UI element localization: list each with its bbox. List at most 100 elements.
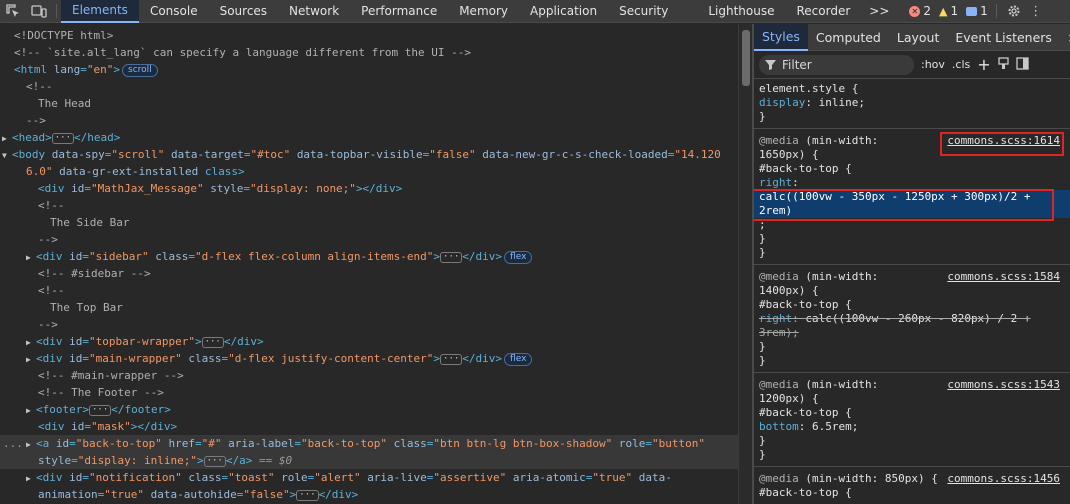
- dom-token-tag: <html: [14, 63, 54, 76]
- dom-token-attr: style: [210, 182, 244, 195]
- tab-lighthouse[interactable]: Lighthouse: [697, 0, 785, 23]
- class-toggle[interactable]: .cls: [952, 58, 970, 71]
- css-rule-line: #back-to-top {: [754, 162, 1070, 176]
- layout-badge-flex[interactable]: flex: [504, 251, 533, 264]
- layout-badge-flex[interactable]: flex: [504, 353, 533, 366]
- css-property[interactable]: display: [759, 96, 805, 109]
- dom-tree-line[interactable]: <html lang="en"> scroll: [0, 61, 738, 78]
- hover-state-toggle[interactable]: :hov: [921, 58, 945, 71]
- collapse-triangle-icon[interactable]: ▼: [2, 147, 12, 164]
- rule-source-link[interactable]: commons.scss:1543: [947, 378, 1060, 391]
- more-tabs-icon[interactable]: >>: [861, 4, 897, 18]
- tab-recorder[interactable]: Recorder: [786, 0, 862, 23]
- dom-tree-line[interactable]: animation="true" data-autohide="false"> ·…: [0, 486, 738, 503]
- tab-performance[interactable]: Performance: [350, 0, 448, 23]
- media-keyword: @media: [759, 134, 799, 147]
- new-rule-plus-icon[interactable]: +: [977, 55, 990, 74]
- dom-tree-line[interactable]: ▼ <body data-spy="scroll" data-target="#t…: [0, 146, 738, 163]
- css-value[interactable]: 6.5rem;: [812, 420, 858, 433]
- dom-tree-line[interactable]: -->: [0, 112, 738, 129]
- css-property[interactable]: bottom: [759, 420, 799, 433]
- dom-token-attr: id: [55, 437, 70, 450]
- dom-token-eq: == $0: [252, 454, 293, 467]
- tab-elements[interactable]: Elements: [61, 0, 139, 23]
- device-toolbar-icon[interactable]: [26, 0, 52, 23]
- rule-source-link[interactable]: commons.scss:1456: [947, 472, 1060, 485]
- paint-brush-icon[interactable]: [998, 56, 1009, 73]
- dom-tree-line[interactable]: ▶ <head> ··· </head>: [0, 129, 738, 146]
- collapsed-children-ellipsis[interactable]: ···: [88, 405, 112, 416]
- tab-sources[interactable]: Sources: [209, 0, 278, 23]
- expand-triangle-icon[interactable]: ▶: [26, 334, 36, 351]
- dom-tree-line[interactable]: <!--: [0, 78, 738, 95]
- expand-triangle-icon[interactable]: ▶: [26, 470, 36, 487]
- dom-tree-line[interactable]: ▶ <div id="topbar-wrapper"> ··· </div>: [0, 333, 738, 350]
- sidebar-tab-computed[interactable]: Computed: [808, 24, 889, 51]
- css-value[interactable]: inline;: [819, 96, 865, 109]
- layout-badge-scroll[interactable]: scroll: [122, 64, 158, 77]
- dom-tree-scrollbar[interactable]: [738, 24, 752, 504]
- selected-node-dots[interactable]: ...: [3, 435, 23, 452]
- expand-triangle-icon[interactable]: ▶: [26, 436, 36, 453]
- expand-triangle-icon[interactable]: ▶: [26, 402, 36, 419]
- dom-tree-line[interactable]: style="display: inline;"> ··· </a> == $0: [0, 452, 738, 469]
- sidebar-tab-event-listeners[interactable]: Event Listeners: [947, 24, 1060, 51]
- tab-console[interactable]: Console: [139, 0, 209, 23]
- dom-token-attr: class: [155, 250, 189, 263]
- collapsed-children-ellipsis[interactable]: ···: [201, 337, 224, 348]
- expand-triangle-icon[interactable]: ▶: [26, 249, 36, 266]
- collapsed-children-ellipsis[interactable]: ···: [296, 490, 319, 501]
- warning-count-badge[interactable]: ▲ 1: [935, 4, 962, 18]
- dom-tree-line[interactable]: <div id="MathJax_Message" style="display…: [0, 180, 738, 197]
- dom-tree-line[interactable]: <!DOCTYPE html>: [0, 27, 738, 44]
- dom-tree-line[interactable]: -->: [0, 231, 738, 248]
- message-count-badge[interactable]: 1: [962, 4, 992, 18]
- dom-tree-line[interactable]: <!--: [0, 282, 738, 299]
- collapsed-children-ellipsis[interactable]: ···: [440, 354, 463, 365]
- css-property[interactable]: right: [759, 312, 792, 325]
- dom-tree-line[interactable]: <!-- #main-wrapper -->: [0, 367, 738, 384]
- sidebar-tab-layout[interactable]: Layout: [889, 24, 948, 51]
- dom-token-val: "assertive": [433, 471, 513, 484]
- sidebar-tab--[interactable]: >>: [1060, 24, 1070, 51]
- css-value[interactable]: calc((100vw - 260px - 820px) / 2 +: [805, 312, 1030, 325]
- dom-tree-line[interactable]: <div id="mask"></div>: [0, 418, 738, 435]
- dom-tree-line[interactable]: The Top Bar: [0, 299, 738, 316]
- tab-memory[interactable]: Memory: [448, 0, 519, 23]
- dom-tree-line[interactable]: ▶ <footer> ··· </footer>: [0, 401, 738, 418]
- css-property[interactable]: right: [759, 176, 792, 189]
- dom-tree-line[interactable]: 6.0" data-gr-ext-installed class>: [0, 163, 738, 180]
- dom-tree-line[interactable]: <!-- `site.alt_lang` can specify a langu…: [0, 44, 738, 61]
- dom-token-attr: style: [38, 454, 72, 467]
- tab-security[interactable]: Security: [608, 0, 679, 23]
- settings-gear-icon[interactable]: [1001, 0, 1027, 23]
- error-count-badge[interactable]: ✕ 2: [905, 4, 935, 18]
- expand-triangle-icon[interactable]: ▶: [26, 351, 36, 368]
- dom-tree-line[interactable]: -->: [0, 316, 738, 333]
- inspect-element-icon[interactable]: [0, 0, 26, 23]
- dom-tree-line[interactable]: <!-- #sidebar -->: [0, 265, 738, 282]
- collapsed-children-ellipsis[interactable]: ···: [440, 252, 463, 263]
- tab-network[interactable]: Network: [278, 0, 350, 23]
- dom-token-attr: class: [188, 471, 222, 484]
- rule-source-link[interactable]: commons.scss:1584: [947, 270, 1060, 283]
- scrollbar-thumb[interactable]: [742, 30, 750, 86]
- collapsed-children-ellipsis[interactable]: ···: [51, 133, 75, 144]
- sidebar-tab-styles[interactable]: Styles: [754, 24, 808, 51]
- dom-tree-line[interactable]: ▶ <div id="notification" class="toast" ro…: [0, 469, 738, 486]
- collapsed-children-ellipsis[interactable]: ···: [203, 456, 226, 467]
- dom-tree-line[interactable]: ▶ <div id="main-wrapper" class="d-flex ju…: [0, 350, 738, 367]
- dom-tree-line[interactable]: ▶ <div id="sidebar" class="d-flex flex-co…: [0, 248, 738, 265]
- dom-tree-line[interactable]: <!--: [0, 197, 738, 214]
- more-options-kebab-icon[interactable]: ⋮: [1027, 0, 1045, 23]
- dom-token-cmt: <!--: [38, 284, 65, 297]
- tab-application[interactable]: Application: [519, 0, 608, 23]
- dom-tree-line[interactable]: The Head: [0, 95, 738, 112]
- dom-token-val: "d-flex justify-content-center": [228, 352, 434, 365]
- expand-triangle-icon[interactable]: ▶: [2, 130, 12, 147]
- dom-tree-line[interactable]: The Side Bar: [0, 214, 738, 231]
- styles-filter-input[interactable]: Filter: [759, 54, 914, 75]
- toggle-sidebar-icon[interactable]: [1016, 56, 1029, 73]
- dom-tree-line[interactable]: ... ▶ <a id="back-to-top" href="#" aria-la…: [0, 435, 738, 452]
- dom-tree-line[interactable]: <!-- The Footer -->: [0, 384, 738, 401]
